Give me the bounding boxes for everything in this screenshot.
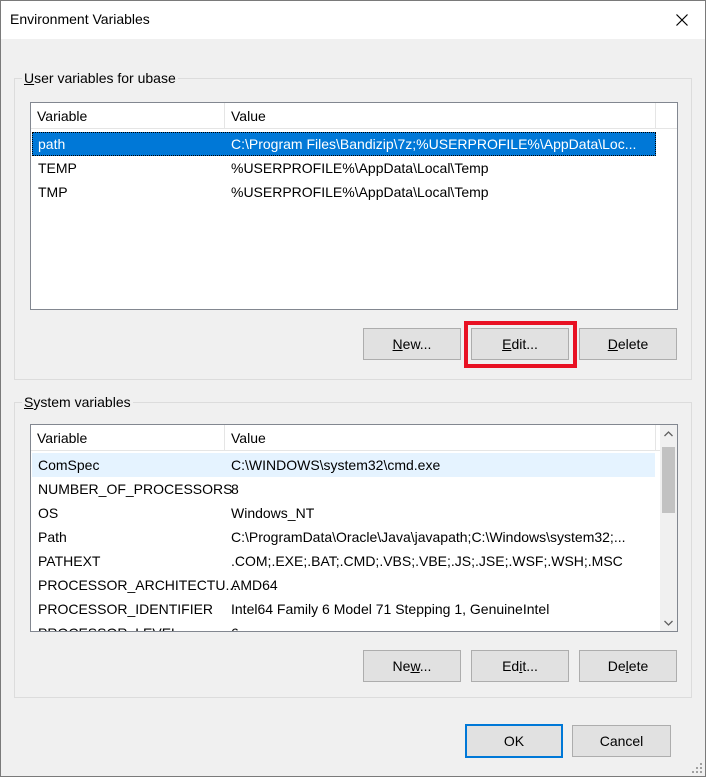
- close-icon: [676, 14, 688, 26]
- variable-value: 6: [231, 621, 239, 631]
- user-delete-button[interactable]: Delete: [579, 328, 677, 360]
- ok-button[interactable]: OK: [465, 724, 563, 758]
- variable-value: C:\ProgramData\Oracle\Java\javapath;C:\W…: [231, 529, 626, 545]
- button-label: Cancel: [599, 733, 644, 749]
- environment-variables-dialog: Environment Variables User variables for…: [0, 0, 706, 777]
- table-row[interactable]: Path C:\ProgramData\Oracle\Java\javapath…: [32, 525, 655, 549]
- scroll-down-button[interactable]: [660, 614, 677, 631]
- variable-value: .COM;.EXE;.BAT;.CMD;.VBS;.VBE;.JS;.JSE;.…: [231, 553, 623, 569]
- system-variables-label: System variables: [22, 394, 133, 410]
- table-row[interactable]: NUMBER_OF_PROCESSORS 8: [32, 477, 655, 501]
- variable-name: Path: [38, 529, 67, 545]
- table-row[interactable]: PATHEXT .COM;.EXE;.BAT;.CMD;.VBS;.VBE;.J…: [32, 549, 655, 573]
- variable-value: %USERPROFILE%\AppData\Local\Temp: [231, 184, 489, 200]
- close-button[interactable]: [659, 1, 705, 39]
- scroll-up-icon: [664, 430, 673, 436]
- variable-name: path: [38, 136, 66, 152]
- table-row[interactable]: TEMP %USERPROFILE%\AppData\Local\Temp: [32, 156, 656, 180]
- table-row[interactable]: ComSpec C:\WINDOWS\system32\cmd.exe: [32, 453, 655, 477]
- variable-value: 8: [231, 481, 239, 497]
- system-new-button[interactable]: New...: [363, 650, 461, 682]
- variable-name: NUMBER_OF_PROCESSORS: [38, 481, 233, 497]
- variable-name: PATHEXT: [38, 553, 101, 569]
- button-label: Delete: [607, 658, 649, 674]
- column-header-value[interactable]: Value: [225, 425, 656, 451]
- variable-name: PROCESSOR_ARCHITECTU...: [38, 577, 238, 593]
- user-new-button[interactable]: New...: [363, 328, 461, 360]
- table-row[interactable]: path C:\Program Files\Bandizip\7z;%USERP…: [32, 132, 656, 156]
- variable-value: %USERPROFILE%\AppData\Local\Temp: [231, 160, 489, 176]
- variable-value: C:\Program Files\Bandizip\7z;%USERPROFIL…: [231, 136, 637, 152]
- table-row[interactable]: TMP %USERPROFILE%\AppData\Local\Temp: [32, 180, 656, 204]
- button-label: New...: [392, 658, 432, 674]
- scroll-up-button[interactable]: [660, 425, 677, 442]
- table-row[interactable]: PROCESSOR_ARCHITECTU... AMD64: [32, 573, 655, 597]
- button-label: OK: [503, 733, 525, 749]
- variable-name: OS: [38, 505, 59, 521]
- list-header: Variable Value: [31, 103, 677, 129]
- resize-grip-icon[interactable]: [691, 762, 703, 774]
- column-header-value[interactable]: Value: [225, 103, 656, 129]
- variable-name: TMP: [38, 184, 68, 200]
- system-delete-button[interactable]: Delete: [579, 650, 677, 682]
- window-title: Environment Variables: [10, 11, 150, 27]
- scroll-thumb[interactable]: [662, 447, 675, 513]
- variable-name: ComSpec: [38, 457, 100, 473]
- title-bar: Environment Variables: [1, 1, 705, 39]
- variable-name: TEMP: [38, 160, 77, 176]
- system-variables-list[interactable]: Variable Value ComSpec C:\WINDOWS\system…: [30, 424, 678, 632]
- table-row[interactable]: OS Windows_NT: [32, 501, 655, 525]
- user-variables-label: User variables for ubase: [22, 70, 178, 86]
- list-header: Variable Value: [31, 425, 660, 451]
- variable-value: AMD64: [231, 577, 278, 593]
- vertical-scrollbar[interactable]: [660, 425, 677, 631]
- variable-name: PROCESSOR_LEVEL: [38, 621, 179, 631]
- column-header-variable[interactable]: Variable: [31, 103, 225, 129]
- button-label: Delete: [607, 336, 649, 352]
- user-variables-list[interactable]: Variable Value path C:\Program Files\Ban…: [30, 102, 678, 310]
- table-row[interactable]: PROCESSOR_LEVEL 6: [32, 609, 655, 631]
- button-label: New...: [392, 336, 432, 352]
- variable-value: C:\WINDOWS\system32\cmd.exe: [231, 457, 441, 473]
- edit-button-highlight: [464, 321, 577, 368]
- cancel-button[interactable]: Cancel: [572, 725, 671, 757]
- scroll-down-icon: [664, 620, 673, 626]
- system-edit-button[interactable]: Edit...: [471, 650, 569, 682]
- column-header-variable[interactable]: Variable: [31, 425, 225, 451]
- variable-value: Windows_NT: [231, 505, 315, 521]
- button-label: Edit...: [502, 658, 538, 674]
